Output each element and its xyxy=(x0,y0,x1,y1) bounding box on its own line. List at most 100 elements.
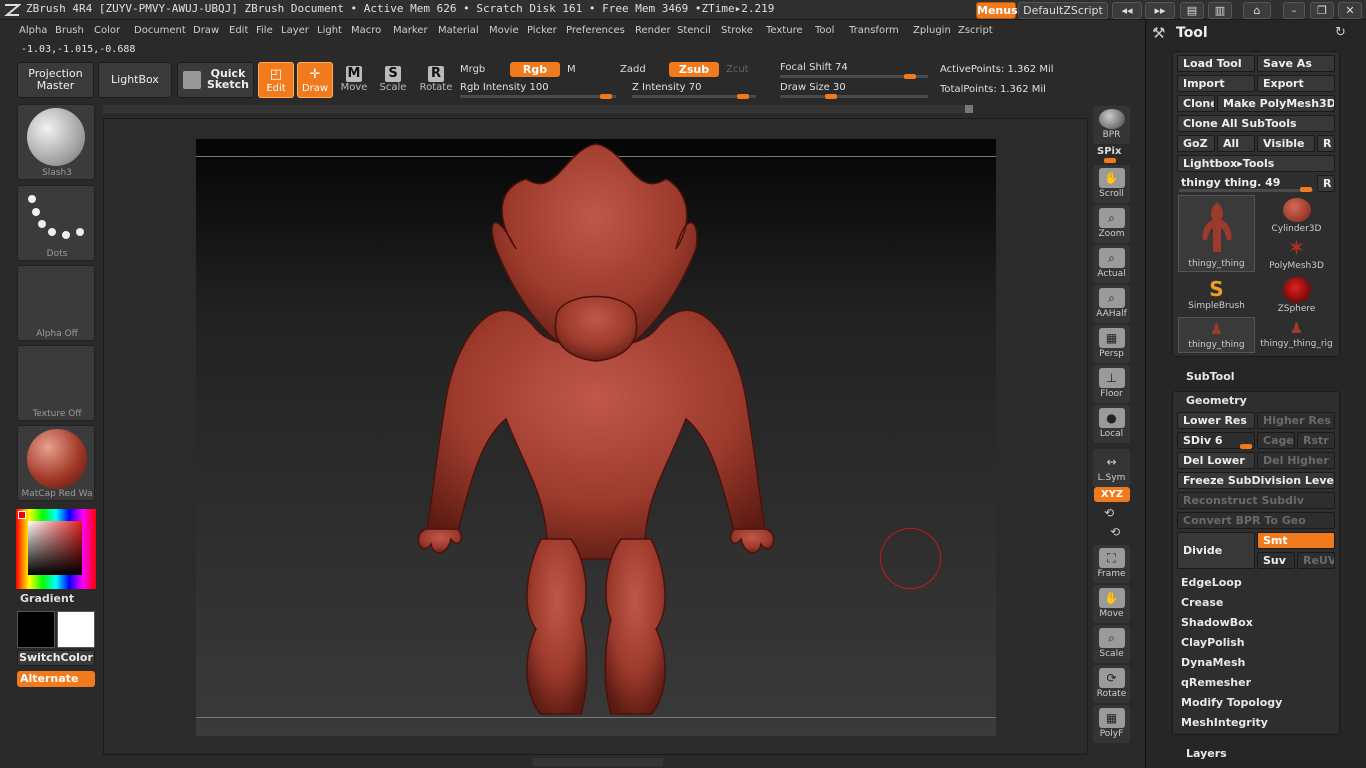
frame-button[interactable]: ⛶ Frame xyxy=(1093,545,1130,583)
zoom-button[interactable]: ⌕ Zoom xyxy=(1093,205,1130,243)
menu-stencil[interactable]: Stencil xyxy=(677,25,711,36)
rgb-intensity-slider[interactable] xyxy=(460,95,616,98)
zbrush-logo-icon[interactable] xyxy=(3,2,21,18)
color-picker[interactable] xyxy=(16,509,96,589)
load-tool-button[interactable]: Load Tool xyxy=(1177,55,1255,72)
rotate-y-icon[interactable]: ⟲ xyxy=(1104,506,1114,520)
menu-tool[interactable]: Tool xyxy=(815,25,834,36)
color-square[interactable] xyxy=(28,521,82,575)
creature-model[interactable] xyxy=(196,139,996,736)
reconstruct-subdiv-button[interactable]: Reconstruct Subdiv xyxy=(1177,492,1335,509)
clone-button[interactable]: Clone xyxy=(1177,95,1215,112)
stroke-selector[interactable]: Dots xyxy=(17,185,95,261)
maximize-icon[interactable]: ❐ xyxy=(1310,2,1334,19)
higher-res-button[interactable]: Higher Res xyxy=(1257,412,1335,429)
edit-button[interactable]: ◰ Edit xyxy=(258,62,294,98)
brush-selector[interactable]: Slash3 xyxy=(17,104,95,180)
projection-master-button[interactable]: Projection Master xyxy=(17,62,94,98)
swap-layout-icon[interactable]: ▥ xyxy=(1208,2,1232,19)
menu-picker[interactable]: Picker xyxy=(527,25,557,36)
draw-size-knob[interactable] xyxy=(825,94,837,99)
canvas-bottom-scrollbar[interactable] xyxy=(533,758,663,766)
focal-shift-knob[interactable] xyxy=(904,74,916,79)
scroll-handle[interactable] xyxy=(965,105,973,113)
goz-button[interactable]: GoZ xyxy=(1177,135,1215,152)
divide-button[interactable]: Divide xyxy=(1177,532,1255,569)
menu-texture[interactable]: Texture xyxy=(766,25,803,36)
lsym-button[interactable]: ↔ L.Sym xyxy=(1093,449,1130,487)
default-zscript-button[interactable]: DefaultZScript xyxy=(1018,2,1108,19)
menu-document[interactable]: Document xyxy=(134,25,186,36)
scale-button[interactable]: S Scale xyxy=(375,62,411,98)
persp-button[interactable]: ▦ Persp xyxy=(1093,325,1130,363)
menu-stroke[interactable]: Stroke xyxy=(721,25,753,36)
layout-icon[interactable]: ▤ xyxy=(1180,2,1204,19)
export-button[interactable]: Export xyxy=(1257,75,1335,92)
suv-toggle[interactable]: Suv xyxy=(1257,552,1295,569)
dynamesh-section[interactable]: DynaMesh xyxy=(1181,656,1245,669)
local-button[interactable]: ● Local xyxy=(1093,405,1130,443)
lower-res-button[interactable]: Lower Res xyxy=(1177,412,1255,429)
zcut-toggle[interactable]: Zcut xyxy=(726,64,749,75)
menu-edit[interactable]: Edit xyxy=(229,25,248,36)
tool-r-button[interactable]: R xyxy=(1317,175,1335,192)
floor-button[interactable]: ⊥ Floor xyxy=(1093,365,1130,403)
lock-icon[interactable]: ⌂ xyxy=(1243,2,1271,19)
switch-color-button[interactable]: SwitchColor xyxy=(17,650,95,666)
smt-toggle[interactable]: Smt xyxy=(1257,532,1335,549)
crease-section[interactable]: Crease xyxy=(1181,596,1223,609)
move-view-button[interactable]: ✋ Move xyxy=(1093,585,1130,623)
import-button[interactable]: Import xyxy=(1177,75,1255,92)
layers-header[interactable]: Layers xyxy=(1186,747,1227,760)
del-lower-button[interactable]: Del Lower xyxy=(1177,452,1255,469)
menu-color[interactable]: Color xyxy=(94,25,120,36)
menu-zplugin[interactable]: Zplugin xyxy=(913,25,951,36)
spix-knob[interactable] xyxy=(1104,158,1116,163)
qremesher-section[interactable]: qRemesher xyxy=(1181,676,1251,689)
rotate-z-icon[interactable]: ⟲ xyxy=(1110,525,1120,539)
xyz-toggle[interactable]: XYZ xyxy=(1094,487,1130,502)
subtool-header[interactable]: SubTool xyxy=(1186,370,1235,383)
shadowbox-section[interactable]: ShadowBox xyxy=(1181,616,1253,629)
meshintegrity-section[interactable]: MeshIntegrity xyxy=(1181,716,1268,729)
tool-thumb-thingy-thing-rig[interactable]: ♟ thingy_thing_rig xyxy=(1258,317,1335,353)
edgeloop-section[interactable]: EdgeLoop xyxy=(1181,576,1242,589)
tool-thumb-thingy-thing[interactable]: thingy_thing xyxy=(1178,195,1255,272)
menu-movie[interactable]: Movie xyxy=(489,25,519,36)
clone-all-subtools-button[interactable]: Clone All SubTools xyxy=(1177,115,1335,132)
menu-material[interactable]: Material xyxy=(438,25,479,36)
refresh-icon[interactable]: ↻ xyxy=(1335,25,1346,40)
goz-all-button[interactable]: All xyxy=(1217,135,1255,152)
bpr-button[interactable]: BPR xyxy=(1093,106,1130,144)
menu-light[interactable]: Light xyxy=(317,25,342,36)
goz-r-button[interactable]: R xyxy=(1317,135,1335,152)
zadd-toggle[interactable]: Zadd xyxy=(620,64,646,75)
rotate-button[interactable]: R Rotate xyxy=(418,62,454,98)
rgb-toggle[interactable]: Rgb xyxy=(510,62,560,77)
draw-size-slider[interactable] xyxy=(780,95,928,98)
document-canvas[interactable] xyxy=(196,139,996,736)
modify-topology-section[interactable]: Modify Topology xyxy=(1181,696,1282,709)
menu-file[interactable]: File xyxy=(256,25,273,36)
canvas-horizontal-scrollbar[interactable] xyxy=(103,105,973,113)
rotate-view-button[interactable]: ⟳ Rotate xyxy=(1093,665,1130,703)
close-icon[interactable]: ✕ xyxy=(1338,2,1362,19)
mrgb-toggle[interactable]: Mrgb xyxy=(460,64,485,75)
aahalf-button[interactable]: ⌕ AAHalf xyxy=(1093,285,1130,323)
menu-draw[interactable]: Draw xyxy=(193,25,219,36)
alpha-selector[interactable]: Alpha Off xyxy=(17,265,95,341)
tool-palette-title[interactable]: Tool xyxy=(1176,25,1208,41)
main-color-swatch[interactable] xyxy=(17,611,55,648)
reuv-button[interactable]: ReUV xyxy=(1297,552,1335,569)
cage-button[interactable]: Cage xyxy=(1257,432,1295,449)
make-polymesh-button[interactable]: Make PolyMesh3D xyxy=(1217,95,1335,112)
m-toggle[interactable]: M xyxy=(567,64,576,75)
save-as-button[interactable]: Save As xyxy=(1257,55,1335,72)
convert-bpr-button[interactable]: Convert BPR To Geo xyxy=(1177,512,1335,529)
zsub-toggle[interactable]: Zsub xyxy=(669,62,719,77)
menu-marker[interactable]: Marker xyxy=(393,25,428,36)
menus-button[interactable]: Menus xyxy=(976,2,1018,19)
secondary-color-swatch[interactable] xyxy=(57,611,95,648)
menu-alpha[interactable]: Alpha xyxy=(19,25,47,36)
scroll-button[interactable]: ✋ Scroll xyxy=(1093,165,1130,203)
